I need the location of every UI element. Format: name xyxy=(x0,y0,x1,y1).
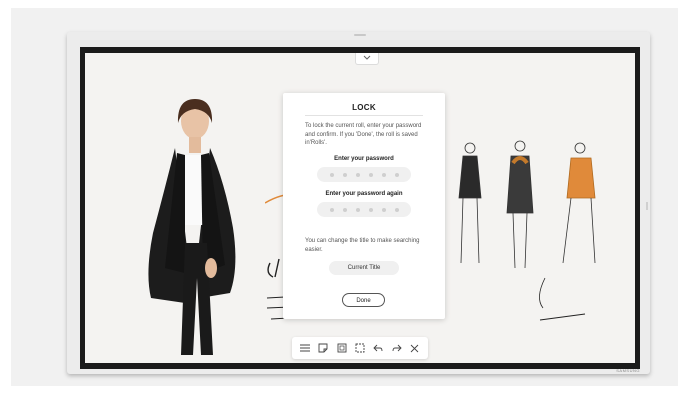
product-stage: LOCK To lock the current roll, enter you… xyxy=(11,8,678,386)
title-hint: You can change the title to make searchi… xyxy=(305,238,420,253)
select-icon[interactable] xyxy=(354,342,366,354)
sticky-note-icon[interactable] xyxy=(317,342,329,354)
close-icon[interactable] xyxy=(409,342,421,354)
lock-dialog: LOCK To lock the current roll, enter you… xyxy=(283,93,445,319)
chevron-down-icon xyxy=(363,55,371,60)
dialog-divider xyxy=(305,115,423,116)
top-pull-tab[interactable] xyxy=(355,53,379,65)
camera-slot xyxy=(354,34,366,36)
clipboard-icon[interactable] xyxy=(336,342,348,354)
done-button[interactable]: Done xyxy=(342,293,385,307)
side-button xyxy=(646,202,648,210)
menu-icon[interactable] xyxy=(299,342,311,354)
password-label: Enter your password xyxy=(334,156,394,162)
brand-logo: SAMSUNG xyxy=(616,368,640,373)
password-confirm-field[interactable] xyxy=(317,202,411,217)
undo-icon[interactable] xyxy=(372,342,384,354)
current-title-button[interactable]: Current Title xyxy=(329,261,399,275)
dialog-title: LOCK xyxy=(352,103,376,112)
model-photo xyxy=(148,99,236,355)
flip-display-device: LOCK To lock the current roll, enter you… xyxy=(67,32,650,374)
dialog-description: To lock the current roll, enter your pas… xyxy=(305,123,422,146)
fashion-sketches xyxy=(458,140,596,321)
redo-icon[interactable] xyxy=(391,342,403,354)
password-field[interactable] xyxy=(317,167,411,182)
password-again-label: Enter your password again xyxy=(325,191,403,197)
whiteboard-canvas[interactable]: LOCK To lock the current roll, enter you… xyxy=(85,53,635,363)
display-bezel: LOCK To lock the current roll, enter you… xyxy=(80,47,640,369)
bottom-toolbar xyxy=(292,337,428,359)
